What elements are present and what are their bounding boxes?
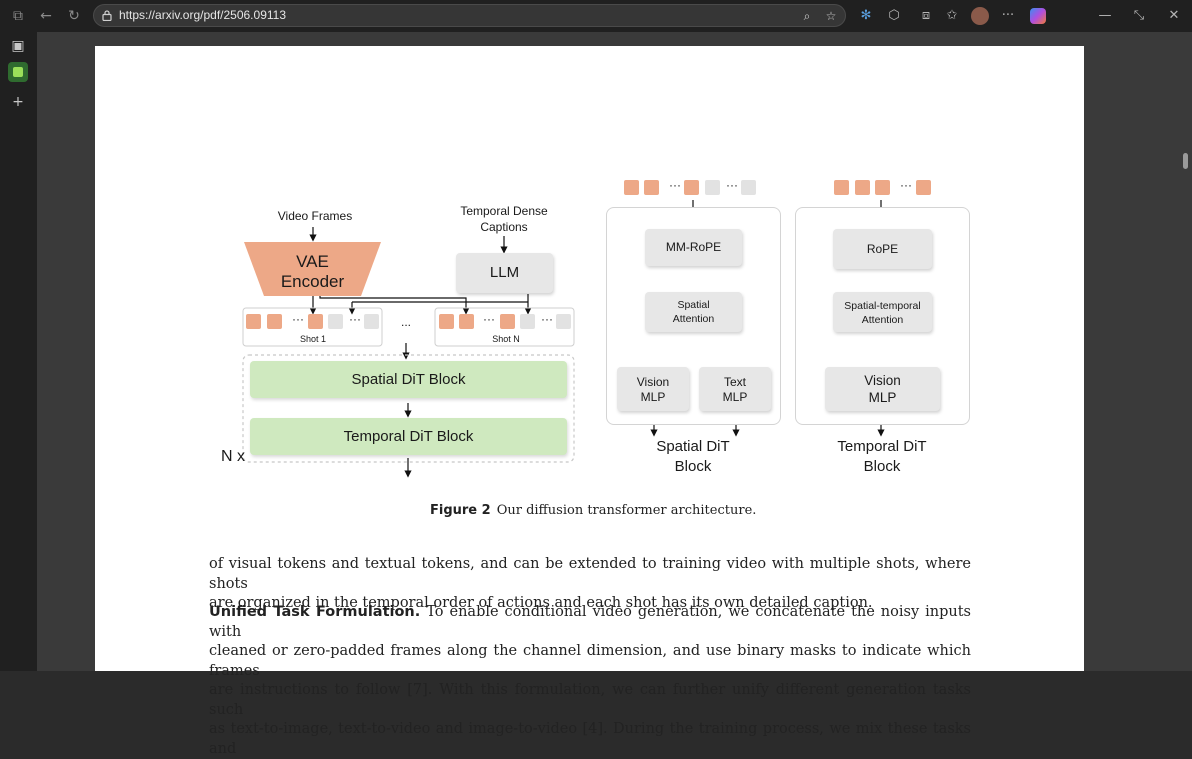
token-dots: ··· (349, 312, 361, 326)
spatial-dit-block-label: Spatial DiT Block (351, 371, 466, 388)
llm-label: LLM (489, 264, 520, 281)
token (855, 180, 870, 195)
vision-label: Vision (636, 375, 670, 389)
token-dots: ··· (669, 178, 681, 192)
token (834, 180, 849, 195)
text-mlp-box: Text MLP (699, 367, 771, 411)
spatial-dit-caption-line1: Spatial DiT (656, 438, 730, 455)
temporal-dit-caption-line1: Temporal DiT (837, 438, 927, 455)
mlp-label: MLP (722, 390, 748, 404)
token-dots: ··· (541, 312, 553, 326)
spatial-temporal-attention-box: Spatial-temporal Attention (833, 292, 932, 332)
mlp-label: MLP (868, 390, 897, 405)
spatial-attention-line1: Spatial (677, 299, 710, 311)
paragraph-heading: Unified Task Formulation. (209, 604, 421, 620)
token (459, 314, 474, 329)
text-line: are instructions to follow [7]. With thi… (209, 682, 971, 718)
spatial-dit-caption-line2: Block (674, 458, 712, 475)
mlp-label: MLP (640, 390, 666, 404)
temporal-dit-caption-line2: Block (863, 458, 901, 475)
token (246, 314, 261, 329)
vision-mlp-box: Vision MLP (617, 367, 689, 411)
temporal-dit-block-box: Temporal DiT Block (250, 418, 567, 455)
figure-caption: Figure 2 Our diffusion transformer archit… (430, 503, 756, 518)
token-dots: ··· (483, 312, 495, 326)
token (705, 180, 720, 195)
token (520, 314, 535, 329)
mm-rope-label: MM-RoPE (665, 240, 722, 254)
text-line: cleaned or zero-padded frames along the … (209, 643, 971, 679)
token-dots: ··· (292, 312, 304, 326)
token (500, 314, 515, 329)
token (741, 180, 756, 195)
token (364, 314, 379, 329)
temporal-vision-mlp-box: Vision MLP (825, 367, 940, 411)
figure-caption-text: Our diffusion transformer architecture. (496, 503, 757, 518)
text-label: Text (723, 375, 746, 389)
token-dots: ··· (900, 178, 912, 192)
token (308, 314, 323, 329)
spatial-dit-block-box: Spatial DiT Block (250, 361, 567, 398)
st-attention-line2: Attention (861, 314, 904, 326)
token (328, 314, 343, 329)
token (624, 180, 639, 195)
token (644, 180, 659, 195)
token (875, 180, 890, 195)
token (556, 314, 571, 329)
text-line: Unified Task Formulation. To enable cond… (209, 603, 971, 642)
vision-label: Vision (864, 373, 901, 388)
shots-ellipsis: ... (400, 315, 411, 329)
shotn-label: Shot N (492, 334, 520, 344)
paragraph-2: Unified Task Formulation. To enable cond… (209, 603, 971, 759)
mm-rope-box: MM-RoPE (645, 229, 742, 266)
token-dots: ··· (726, 178, 738, 192)
llm-box: LLM (456, 253, 553, 293)
spatial-attention-box: Spatial Attention (645, 292, 742, 332)
rope-box: RoPE (833, 229, 932, 269)
vae-label: VAE (296, 252, 329, 271)
text-line: of visual tokens and textual tokens, and… (209, 556, 971, 592)
rope-label: RoPE (866, 242, 899, 256)
token (267, 314, 282, 329)
encoder-label: Encoder (280, 272, 345, 291)
token (916, 180, 931, 195)
figure-caption-label: Figure 2 (430, 503, 491, 518)
nx-label: N x (221, 448, 245, 465)
text-line: as text-to-image, text-to-video and imag… (209, 721, 971, 757)
token (684, 180, 699, 195)
spatial-attention-line2: Attention (672, 313, 715, 325)
shot1-label: Shot 1 (299, 334, 327, 344)
temporal-dit-block-label: Temporal DiT Block (343, 428, 474, 445)
token (439, 314, 454, 329)
st-attention-line1: Spatial-temporal (844, 300, 921, 312)
